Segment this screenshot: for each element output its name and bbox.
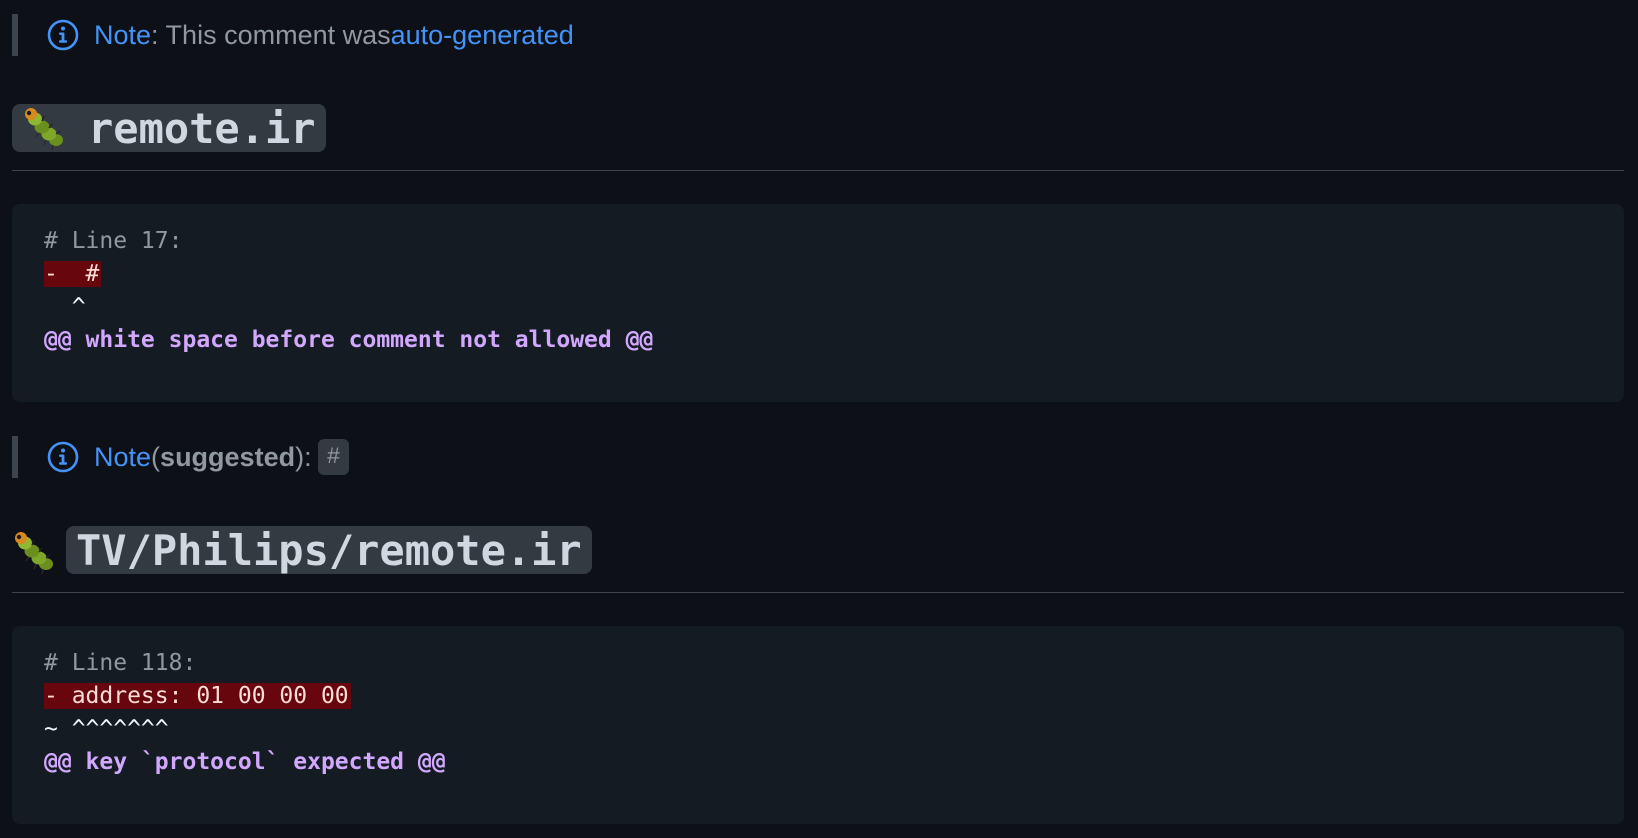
file-heading: remote.ir <box>12 104 1624 171</box>
code-line-message: @@ key `protocol` expected @@ <box>44 749 446 775</box>
comment-body: Note: This comment was auto-generated re… <box>0 0 1638 838</box>
code-line-marker: ~ ^^^^^^^ <box>44 716 169 742</box>
file-title: TV/Philips/remote.ir <box>76 525 582 575</box>
auto-generated-link[interactable]: auto-generated <box>391 20 574 51</box>
code-block: # Line 17: - # ^ @@ white space before c… <box>12 204 1624 402</box>
note-blockquote: Note: This comment was auto-generated <box>12 14 574 56</box>
code-line-comment: # Line 17: <box>44 228 183 254</box>
code-line-message: @@ white space before comment not allowe… <box>44 327 654 353</box>
note-text: : This comment was <box>151 19 391 50</box>
note-label: Note <box>94 19 152 50</box>
file-title-code: TV/Philips/remote.ir <box>66 525 592 575</box>
caterpillar-bug-icon <box>12 528 60 576</box>
info-icon <box>46 440 80 474</box>
info-icon <box>46 18 80 52</box>
suggested-inline-code: # <box>317 439 350 475</box>
code-line-deleted: - # <box>44 259 102 289</box>
code-line-comment: # Line 118: <box>44 650 197 676</box>
note-paren-open: ( <box>151 441 161 472</box>
note-suggested: suggested <box>160 441 296 472</box>
file-title-code: remote.ir <box>12 103 326 153</box>
note-label: Note <box>94 441 152 472</box>
file-title: remote.ir <box>88 103 316 153</box>
deleted-text: - # <box>44 261 102 287</box>
file-heading: TV/Philips/remote.ir <box>12 526 1624 593</box>
note-blockquote: Note(suggested): # <box>12 436 350 478</box>
code-line-deleted: - address: 01 00 00 00 <box>44 681 351 711</box>
code-block: # Line 118: - address: 01 00 00 00 ~ ^^^… <box>12 626 1624 824</box>
deleted-text: - address: 01 00 00 00 <box>44 683 351 709</box>
caterpillar-bug-icon <box>22 104 70 152</box>
code-line-marker: ^ <box>44 294 86 320</box>
note-paren-close: ): <box>295 441 312 472</box>
